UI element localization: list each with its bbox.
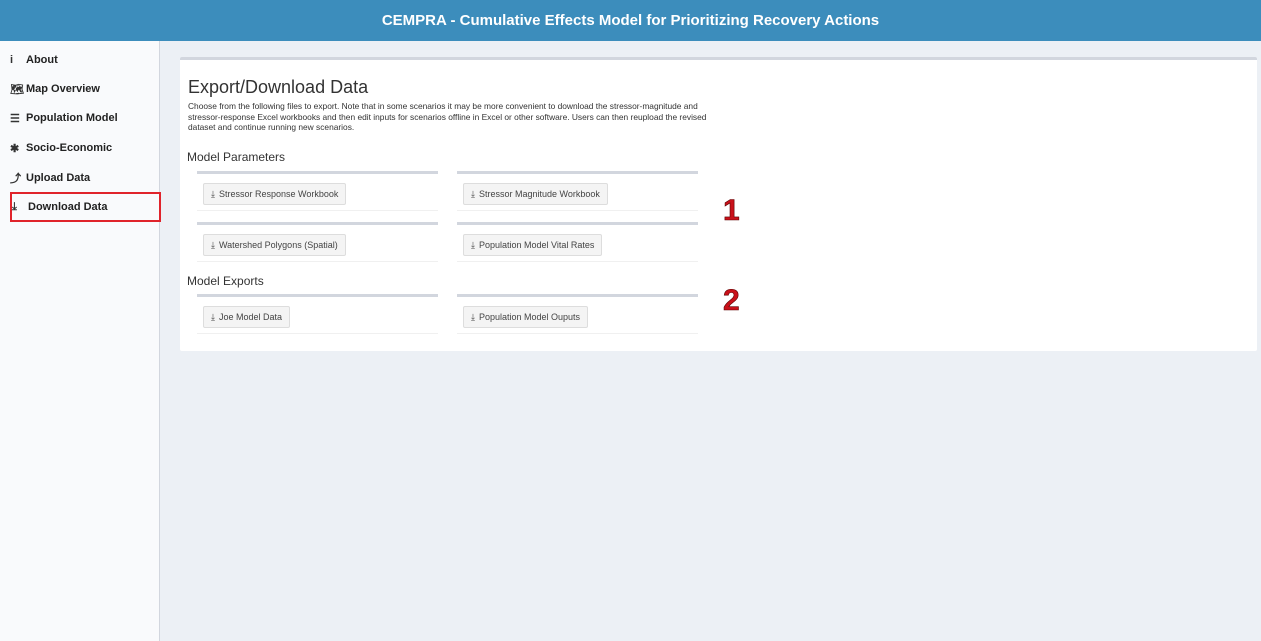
download-icon: ⤓ [471, 188, 475, 199]
button-label: Stressor Response Workbook [218, 189, 339, 199]
app-header: CEMPRA - Cumulative Effects Model for Pr… [0, 0, 1261, 41]
download-population-outputs-button[interactable]: ⤓ Population Model Ouputs [463, 306, 589, 328]
page-title: Export/Download Data [188, 77, 369, 97]
button-label: Stressor Magnitude Workbook [478, 189, 600, 199]
download-card: ⤓ Population Model Vital Rates [457, 222, 698, 262]
button-label: Population Model Ouputs [478, 312, 581, 322]
download-icon: ⤓ [12, 200, 17, 213]
sidebar-item-label: Download Data [28, 201, 108, 213]
sidebar-item-about[interactable]: i About [10, 45, 160, 75]
download-card: ⤓ Watershed Polygons (Spatial) [197, 222, 438, 262]
app-title: CEMPRA - Cumulative Effects Model for Pr… [381, 12, 880, 29]
sidebar-item-map-overview[interactable]: 🗺 Map Overview [10, 74, 160, 104]
download-card: ⤓ Population Model Ouputs [457, 294, 698, 334]
annotation-marker-1: 1 [723, 194, 740, 228]
download-icon: ⤓ [471, 311, 475, 322]
download-joe-model-button[interactable]: ⤓ Joe Model Data [203, 306, 291, 328]
sidebar-item-population-model[interactable]: ☰ Population Model [10, 103, 160, 133]
map-icon: 🗺 [10, 83, 24, 96]
download-card: ⤓ Joe Model Data [197, 294, 438, 334]
download-stressor-magnitude-button[interactable]: ⤓ Stressor Magnitude Workbook [463, 183, 608, 205]
list-icon: ☰ [10, 112, 20, 125]
download-card: ⤓ Stressor Response Workbook [197, 171, 438, 211]
asterisk-icon: ✱ [10, 142, 20, 155]
download-card: ⤓ Stressor Magnitude Workbook [457, 171, 698, 211]
button-label: Joe Model Data [218, 312, 283, 322]
page-description: Choose from the following files to expor… [188, 101, 707, 133]
sidebar-item-label: Map Overview [26, 83, 100, 95]
sidebar-item-label: About [26, 54, 58, 66]
download-icon: ⤓ [471, 239, 475, 250]
sidebar-item-label: Population Model [26, 112, 118, 124]
sidebar-item-label: Upload Data [26, 172, 91, 184]
download-icon: ⤓ [211, 311, 215, 322]
button-label: Population Model Vital Rates [478, 240, 595, 250]
sidebar-item-upload-data[interactable]: ⤴ Upload Data [10, 163, 160, 193]
model-parameters-heading: Model Parameters [187, 150, 286, 164]
button-label: Watershed Polygons (Spatial) [218, 240, 338, 250]
download-stressor-response-button[interactable]: ⤓ Stressor Response Workbook [203, 183, 347, 205]
sidebar-item-label: Socio-Economic [26, 142, 113, 154]
upload-icon: ⤴ [10, 173, 21, 185]
export-panel: Export/Download Data Choose from the fol… [180, 57, 1257, 351]
sidebar-item-socio-economic[interactable]: ✱ Socio-Economic [10, 133, 160, 163]
sidebar-item-download-data[interactable]: ⤓ Download Data [10, 192, 161, 222]
model-exports-heading: Model Exports [187, 274, 264, 288]
download-vital-rates-button[interactable]: ⤓ Population Model Vital Rates [463, 234, 603, 256]
download-watershed-polygons-button[interactable]: ⤓ Watershed Polygons (Spatial) [203, 234, 346, 256]
annotation-marker-2: 2 [723, 284, 740, 318]
sidebar: i About 🗺 Map Overview ☰ Population Mode… [0, 41, 161, 641]
download-icon: ⤓ [211, 188, 215, 199]
download-icon: ⤓ [211, 239, 215, 250]
info-icon: i [10, 54, 14, 66]
